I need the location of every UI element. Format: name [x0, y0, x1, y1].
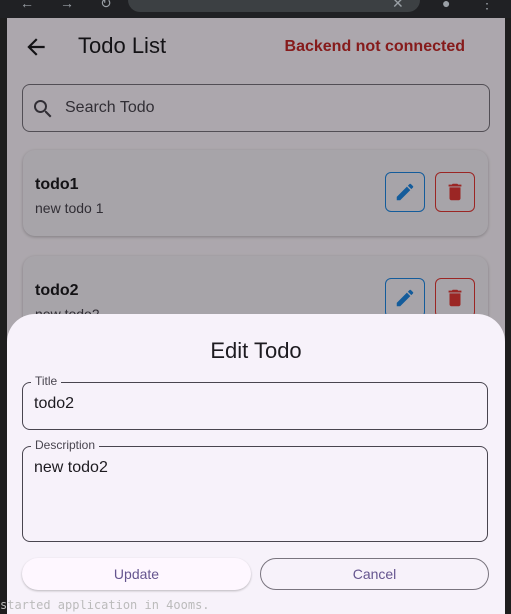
browser-profile-icon[interactable]: ● — [442, 0, 450, 10]
title-field-value[interactable]: todo2 — [34, 395, 74, 413]
browser-back-icon[interactable]: ← — [20, 0, 34, 10]
update-button[interactable]: Update — [22, 558, 251, 590]
edit-todo-sheet: Edit Todo Title todo2 Description new to… — [7, 314, 505, 614]
browser-menu-icon[interactable]: ⋮ — [480, 0, 494, 10]
title-field-label: Title — [31, 374, 62, 388]
description-field-value[interactable]: new todo2 — [34, 459, 108, 477]
background-terminal-bottom: started application in 4ooms. — [0, 600, 511, 614]
background-terminal-left — [0, 18, 7, 614]
browser-toolbar: ← → ↻ ✕ ● ⋮ — [0, 0, 511, 18]
description-field[interactable]: Description new todo2 — [22, 438, 488, 542]
cancel-button[interactable]: Cancel — [260, 558, 489, 590]
todo-app-screen: Todo List Backend not connected todo1 ne… — [7, 18, 505, 614]
terminal-output-text: started application in 4ooms. — [0, 600, 210, 612]
dialog-title: Edit Todo — [210, 338, 302, 363]
browser-url-bar[interactable] — [128, 0, 420, 12]
browser-clear-icon[interactable]: ✕ — [392, 0, 404, 10]
browser-reload-icon[interactable]: ↻ — [100, 0, 112, 10]
browser-forward-icon[interactable]: → — [60, 0, 74, 10]
background-terminal-right — [504, 18, 511, 614]
title-field[interactable]: Title todo2 — [22, 374, 488, 430]
description-field-label: Description — [31, 438, 100, 452]
